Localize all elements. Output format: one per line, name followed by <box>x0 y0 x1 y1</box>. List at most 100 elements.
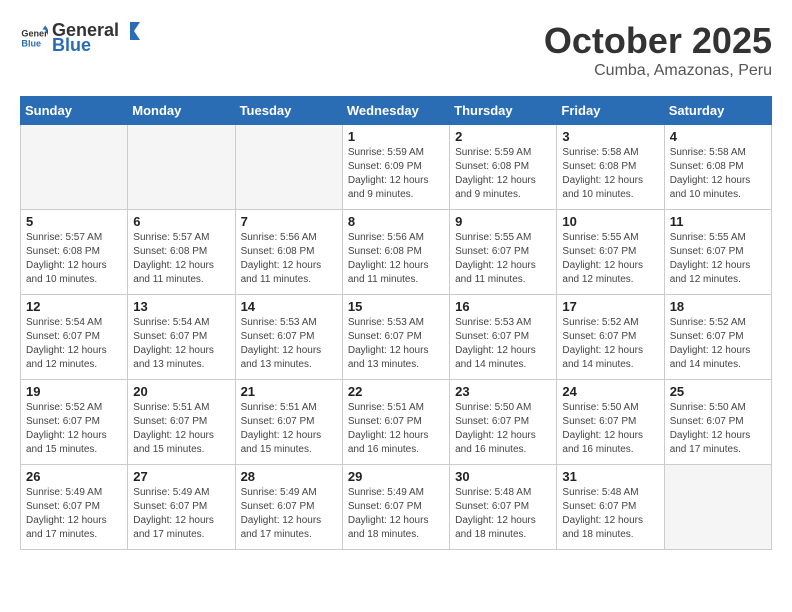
calendar-cell: 25 Sunrise: 5:50 AMSunset: 6:07 PMDayligh… <box>664 380 771 465</box>
week-row-5: 26Sunrise: 5:49 AMSunset: 6:07 PMDayligh… <box>21 465 772 550</box>
day-number: 21 <box>241 384 337 399</box>
day-info: Sunrise: 5:58 AMSunset: 6:08 PMDaylight:… <box>670 146 766 202</box>
calendar-cell: 7 Sunrise: 5:56 AMSunset: 6:08 PMDaylight… <box>235 210 342 295</box>
header-row: SundayMondayTuesdayWednesdayThursdayFrid… <box>21 97 772 125</box>
calendar-cell: 30 Sunrise: 5:48 AMSunset: 6:07 PMDayligh… <box>450 465 557 550</box>
day-info: Sunrise: 5:57 AMSunset: 6:08 PMDaylight:… <box>133 231 229 287</box>
calendar-cell: 12Sunrise: 5:54 AMSunset: 6:07 PMDayligh… <box>21 295 128 380</box>
calendar-cell: 29 Sunrise: 5:49 AMSunset: 6:07 PMDayligh… <box>342 465 449 550</box>
day-number: 28 <box>241 469 337 484</box>
day-info: Sunrise: 5:50 AMSunset: 6:07 PMDaylight:… <box>455 401 551 457</box>
day-number: 31 <box>562 469 658 484</box>
svg-text:Blue: Blue <box>21 38 41 48</box>
day-number: 19 <box>26 384 122 399</box>
calendar-cell <box>235 125 342 210</box>
calendar-cell: 10 Sunrise: 5:55 AMSunset: 6:07 PMDayligh… <box>557 210 664 295</box>
day-number: 29 <box>348 469 444 484</box>
day-info: Sunrise: 5:53 AMSunset: 6:07 PMDaylight:… <box>241 316 337 372</box>
day-info: Sunrise: 5:58 AMSunset: 6:08 PMDaylight:… <box>562 146 658 202</box>
calendar-cell <box>664 465 771 550</box>
day-info: Sunrise: 5:50 AMSunset: 6:07 PMDaylight:… <box>670 401 766 457</box>
day-info: Sunrise: 5:49 AMSunset: 6:07 PMDaylight:… <box>348 486 444 542</box>
day-number: 14 <box>241 299 337 314</box>
day-number: 22 <box>348 384 444 399</box>
calendar-cell: 23 Sunrise: 5:50 AMSunset: 6:07 PMDayligh… <box>450 380 557 465</box>
day-number: 4 <box>670 129 766 144</box>
location-title: Cumba, Amazonas, Peru <box>544 62 772 80</box>
day-header-saturday: Saturday <box>664 97 771 125</box>
day-info: Sunrise: 5:51 AMSunset: 6:07 PMDaylight:… <box>133 401 229 457</box>
day-number: 23 <box>455 384 551 399</box>
day-info: Sunrise: 5:52 AMSunset: 6:07 PMDaylight:… <box>562 316 658 372</box>
day-number: 16 <box>455 299 551 314</box>
calendar-cell: 8 Sunrise: 5:56 AMSunset: 6:08 PMDaylight… <box>342 210 449 295</box>
logo-icon: General Blue <box>20 24 48 52</box>
day-number: 18 <box>670 299 766 314</box>
calendar-cell: 28Sunrise: 5:49 AMSunset: 6:07 PMDayligh… <box>235 465 342 550</box>
day-number: 8 <box>348 214 444 229</box>
day-info: Sunrise: 5:53 AMSunset: 6:07 PMDaylight:… <box>455 316 551 372</box>
day-info: Sunrise: 5:51 AMSunset: 6:07 PMDaylight:… <box>241 401 337 457</box>
calendar-cell: 26Sunrise: 5:49 AMSunset: 6:07 PMDayligh… <box>21 465 128 550</box>
svg-text:General: General <box>21 29 48 39</box>
day-header-thursday: Thursday <box>450 97 557 125</box>
calendar-cell: 13 Sunrise: 5:54 AMSunset: 6:07 PMDayligh… <box>128 295 235 380</box>
calendar-cell <box>128 125 235 210</box>
day-info: Sunrise: 5:53 AMSunset: 6:07 PMDaylight:… <box>348 316 444 372</box>
calendar-cell: 16 Sunrise: 5:53 AMSunset: 6:07 PMDayligh… <box>450 295 557 380</box>
day-number: 6 <box>133 214 229 229</box>
day-info: Sunrise: 5:55 AMSunset: 6:07 PMDaylight:… <box>455 231 551 287</box>
calendar-cell: 2Sunrise: 5:59 AMSunset: 6:08 PMDaylight… <box>450 125 557 210</box>
calendar-cell: 4 Sunrise: 5:58 AMSunset: 6:08 PMDaylight… <box>664 125 771 210</box>
week-row-1: 1 Sunrise: 5:59 AMSunset: 6:09 PMDaylight… <box>21 125 772 210</box>
calendar-cell: 11Sunrise: 5:55 AMSunset: 6:07 PMDayligh… <box>664 210 771 295</box>
calendar-cell: 27Sunrise: 5:49 AMSunset: 6:07 PMDayligh… <box>128 465 235 550</box>
day-header-tuesday: Tuesday <box>235 97 342 125</box>
day-info: Sunrise: 5:52 AMSunset: 6:07 PMDaylight:… <box>670 316 766 372</box>
day-number: 12 <box>26 299 122 314</box>
day-number: 10 <box>562 214 658 229</box>
calendar-cell: 14 Sunrise: 5:53 AMSunset: 6:07 PMDayligh… <box>235 295 342 380</box>
day-info: Sunrise: 5:55 AMSunset: 6:07 PMDaylight:… <box>562 231 658 287</box>
day-number: 7 <box>241 214 337 229</box>
day-number: 17 <box>562 299 658 314</box>
day-info: Sunrise: 5:57 AMSunset: 6:08 PMDaylight:… <box>26 231 122 287</box>
day-number: 30 <box>455 469 551 484</box>
month-title: October 2025 <box>544 20 772 62</box>
day-info: Sunrise: 5:48 AMSunset: 6:07 PMDaylight:… <box>455 486 551 542</box>
logo-flag-icon <box>120 21 140 41</box>
calendar-cell: 31Sunrise: 5:48 AMSunset: 6:07 PMDayligh… <box>557 465 664 550</box>
calendar-cell: 20 Sunrise: 5:51 AMSunset: 6:07 PMDayligh… <box>128 380 235 465</box>
day-info: Sunrise: 5:55 AMSunset: 6:07 PMDaylight:… <box>670 231 766 287</box>
title-area: October 2025 Cumba, Amazonas, Peru <box>544 20 772 80</box>
day-number: 24 <box>562 384 658 399</box>
calendar-cell: 21 Sunrise: 5:51 AMSunset: 6:07 PMDayligh… <box>235 380 342 465</box>
calendar-cell: 17 Sunrise: 5:52 AMSunset: 6:07 PMDayligh… <box>557 295 664 380</box>
day-info: Sunrise: 5:59 AMSunset: 6:09 PMDaylight:… <box>348 146 444 202</box>
calendar-cell: 24 Sunrise: 5:50 AMSunset: 6:07 PMDayligh… <box>557 380 664 465</box>
calendar-cell: 15Sunrise: 5:53 AMSunset: 6:07 PMDayligh… <box>342 295 449 380</box>
day-number: 1 <box>348 129 444 144</box>
calendar-cell <box>21 125 128 210</box>
calendar-cell: 3Sunrise: 5:58 AMSunset: 6:08 PMDaylight… <box>557 125 664 210</box>
day-info: Sunrise: 5:52 AMSunset: 6:07 PMDaylight:… <box>26 401 122 457</box>
day-number: 25 <box>670 384 766 399</box>
day-info: Sunrise: 5:56 AMSunset: 6:08 PMDaylight:… <box>241 231 337 287</box>
day-number: 27 <box>133 469 229 484</box>
day-number: 13 <box>133 299 229 314</box>
day-info: Sunrise: 5:54 AMSunset: 6:07 PMDaylight:… <box>133 316 229 372</box>
day-info: Sunrise: 5:50 AMSunset: 6:07 PMDaylight:… <box>562 401 658 457</box>
day-header-sunday: Sunday <box>21 97 128 125</box>
logo: General Blue General Blue <box>20 20 141 56</box>
calendar-cell: 9Sunrise: 5:55 AMSunset: 6:07 PMDaylight… <box>450 210 557 295</box>
day-number: 20 <box>133 384 229 399</box>
calendar-cell: 18 Sunrise: 5:52 AMSunset: 6:07 PMDayligh… <box>664 295 771 380</box>
calendar-table: SundayMondayTuesdayWednesdayThursdayFrid… <box>20 96 772 550</box>
day-info: Sunrise: 5:51 AMSunset: 6:07 PMDaylight:… <box>348 401 444 457</box>
calendar-cell: 22 Sunrise: 5:51 AMSunset: 6:07 PMDayligh… <box>342 380 449 465</box>
week-row-4: 19 Sunrise: 5:52 AMSunset: 6:07 PMDayligh… <box>21 380 772 465</box>
week-row-3: 12 Sunrise: 5:54 AMSunset: 6:07 PMDayligh… <box>21 295 772 380</box>
day-info: Sunrise: 5:59 AMSunset: 6:08 PMDaylight:… <box>455 146 551 202</box>
calendar-cell: 5Sunrise: 5:57 AMSunset: 6:08 PMDaylight… <box>21 210 128 295</box>
day-info: Sunrise: 5:56 AMSunset: 6:08 PMDaylight:… <box>348 231 444 287</box>
